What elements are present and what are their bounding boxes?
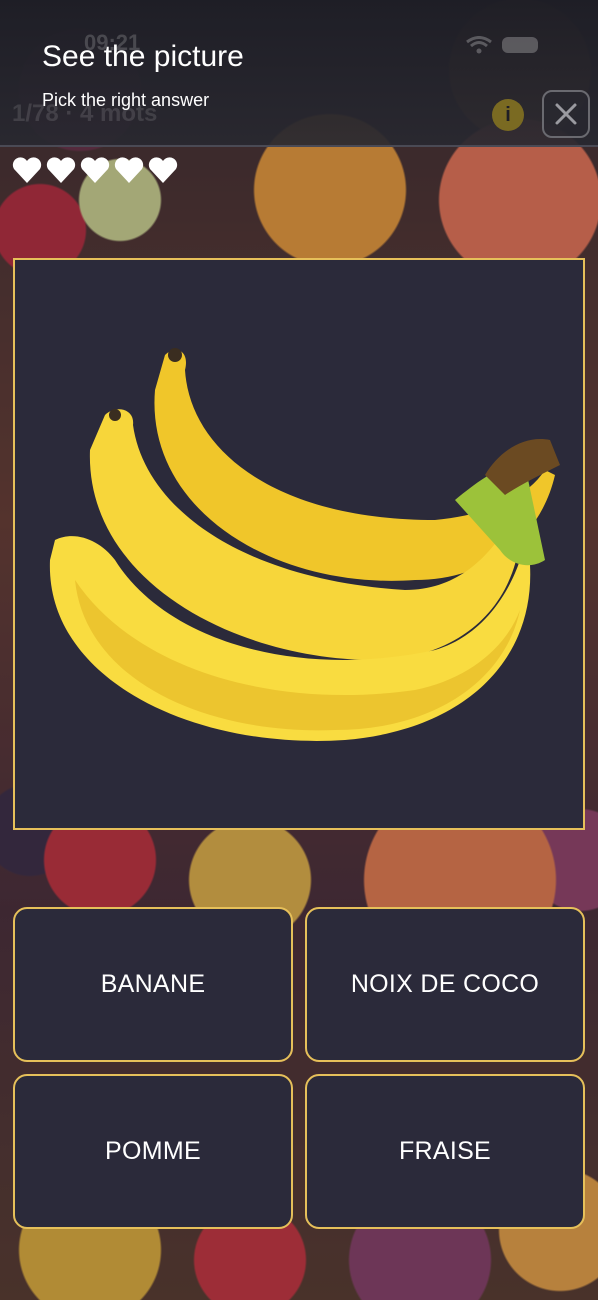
answer-option-4[interactable]: FRAISE — [305, 1074, 585, 1229]
answer-option-2[interactable]: NOIX DE COCO — [305, 907, 585, 1062]
info-icon[interactable]: i — [492, 99, 524, 131]
heart-icon — [12, 157, 42, 183]
battery-icon — [502, 37, 538, 53]
page-subtitle: Pick the right answer — [42, 90, 210, 110]
answer-option-1[interactable]: BANANE — [13, 907, 293, 1062]
heart-icon — [148, 157, 178, 183]
heart-icon — [114, 157, 144, 183]
answer-option-3[interactable]: POMME — [13, 1074, 293, 1229]
close-button[interactable] — [542, 90, 590, 138]
banana-illustration — [49, 348, 560, 741]
close-icon — [555, 103, 577, 125]
header-divider — [0, 145, 598, 147]
wifi-icon — [466, 36, 492, 54]
top-bar: 09:21 1/78 · 4 mots See the picture Pick… — [0, 0, 598, 147]
page-title: See the picture — [42, 40, 244, 73]
heart-icon — [46, 157, 76, 183]
lives-indicator — [12, 156, 178, 184]
heart-icon — [80, 157, 110, 183]
question-image-card — [13, 258, 585, 830]
